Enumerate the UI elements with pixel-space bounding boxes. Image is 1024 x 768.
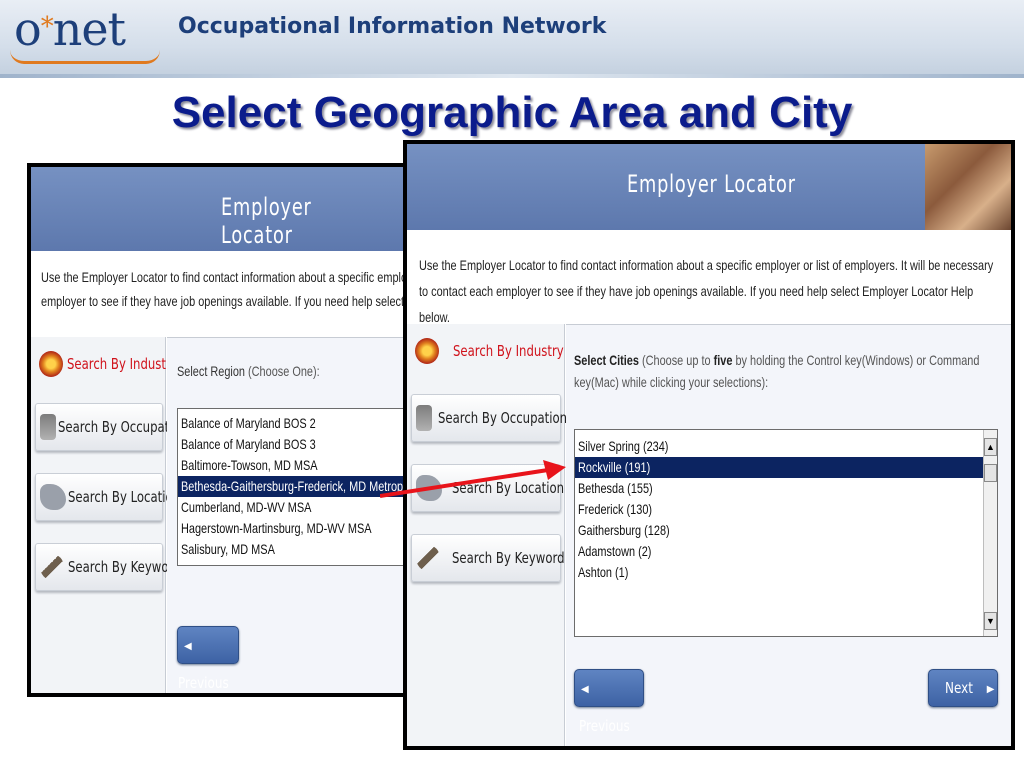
list-option[interactable]: Hagerstown-Martinsburg, MD-WV MSA: [178, 518, 407, 539]
nav-search-by-occupation[interactable]: Search By Occupation: [35, 403, 187, 451]
list-option[interactable]: Bethesda (155): [575, 478, 983, 499]
cities-listbox[interactable]: Silver Spring (234) Rockville (191) Bethes…: [574, 429, 998, 637]
list-option[interactable]: Ashton (1): [575, 562, 983, 583]
nav-search-by-industry[interactable]: Search By Industry: [35, 341, 178, 389]
nav-search-by-occupation[interactable]: Search By Occupation: [411, 394, 567, 442]
label-hint-emphasis: five: [713, 352, 733, 368]
label-hint: (Choose One):: [248, 363, 320, 379]
onet-logo: o*net: [14, 2, 126, 56]
cities-content: Select Cities (Choose up to five by hold…: [566, 324, 1011, 746]
option-label: Cumberland, MD-WV MSA: [181, 499, 312, 515]
search-nav: Search By Industry Search By Occupation …: [407, 324, 567, 746]
nav-search-by-keyword[interactable]: Search By Keyword: [35, 543, 181, 591]
people-photo: [925, 144, 1011, 230]
logo-swoosh: [10, 50, 160, 64]
option-label: Frederick (130): [578, 501, 653, 517]
list-option[interactable]: Salisbury, MD MSA: [178, 539, 407, 560]
intro-text: Use the Employer Locator to find contact…: [419, 257, 994, 325]
chevron-left-icon: ◀: [184, 641, 192, 652]
region-screenshot: Employer Locator Use the Employer Locato…: [27, 163, 411, 697]
scroll-thumb[interactable]: [984, 464, 997, 482]
option-label: Hagerstown-Martinsburg, MD-WV MSA: [181, 520, 372, 536]
button-label: Next: [945, 679, 973, 697]
next-button[interactable]: Next ▶: [928, 669, 998, 707]
option-label: Salisbury, MD MSA: [181, 541, 275, 557]
slide-title: Select Geographic Area and City: [171, 88, 853, 137]
search-nav: Search By Industry Search By Occupation …: [31, 337, 187, 693]
nav-label: Search By Occupation: [438, 409, 568, 427]
nav-label: Search By Industry: [67, 355, 178, 373]
header-title: Employer Locator: [221, 193, 312, 249]
button-label: Previous: [579, 717, 630, 735]
map-icon: [40, 484, 66, 510]
option-label: Rockville (191): [578, 459, 651, 475]
region-listbox[interactable]: Balance of Maryland BOS 2 Balance of Mary…: [177, 408, 407, 566]
chevron-right-icon: ▶: [986, 684, 995, 695]
intro-text: Use the Employer Locator to find contact…: [41, 265, 407, 313]
key-icon: [416, 545, 440, 571]
list-option[interactable]: Frederick (130): [575, 499, 983, 520]
list-option[interactable]: Silver Spring (234): [575, 436, 983, 457]
option-label: Gaithersburg (128): [578, 522, 670, 538]
option-label: Adamstown (2): [578, 543, 652, 559]
banner-title: Occupational Information Network: [178, 14, 607, 39]
nav-label: Search By Industry: [453, 342, 564, 360]
list-option[interactable]: Baltimore-Towson, MD MSA: [178, 455, 407, 476]
chevron-left-icon: ◀: [581, 684, 589, 695]
button-label: Previous: [178, 674, 229, 692]
list-option[interactable]: Cumberland, MD-WV MSA: [178, 497, 407, 518]
key-icon: [40, 554, 64, 580]
briefcase-icon: [40, 414, 56, 440]
option-label: Balance of Maryland BOS 2: [181, 415, 316, 431]
intro-line: employer to see if they have job opening…: [41, 293, 407, 309]
nav-label: Search By Location: [68, 488, 181, 506]
label-text: Select Cities: [574, 352, 639, 368]
list-option[interactable]: Balance of Maryland BOS 2: [178, 413, 407, 434]
nav-search-by-location[interactable]: Search By Location: [35, 473, 180, 521]
listbox-scrollbar[interactable]: ▲ ▼: [983, 430, 997, 636]
nav-label: Search By Keyword: [452, 549, 565, 567]
list-option[interactable]: Adamstown (2): [575, 541, 983, 562]
slide-banner: o*net Occupational Information Network: [0, 0, 1024, 78]
employer-locator-header: Employer Locator: [407, 144, 1011, 230]
briefcase-icon: [416, 405, 432, 431]
header-title: Employer Locator: [627, 170, 796, 198]
nav-label: Search By Keyword: [68, 558, 181, 576]
gear-icon: [39, 351, 63, 377]
option-label: Ashton (1): [578, 564, 629, 580]
option-label: Balance of Maryland BOS 3: [181, 436, 316, 452]
scroll-up-icon[interactable]: ▲: [984, 438, 997, 456]
previous-button[interactable]: ◀ Previous: [574, 669, 644, 735]
list-option[interactable]: Gaithersburg (128): [575, 520, 983, 541]
red-arrow-icon: [380, 460, 566, 498]
option-label: Bethesda-Gaithersburg-Frederick, MD Metr…: [181, 478, 407, 494]
previous-button[interactable]: ◀ Previous: [177, 626, 239, 692]
list-option[interactable]: Balance of Maryland BOS 3: [178, 434, 407, 455]
region-content: Select Region (Choose One): Balance of M…: [167, 337, 407, 693]
option-label: Bethesda (155): [578, 480, 653, 496]
intro-line: Use the Employer Locator to find contact…: [41, 269, 407, 285]
cities-screenshot: Employer Locator Use the Employer Locato…: [403, 140, 1015, 750]
option-label: Baltimore-Towson, MD MSA: [181, 457, 318, 473]
cities-list-rows: Silver Spring (234) Rockville (191) Bethes…: [575, 436, 983, 583]
label-hint: (Choose up to: [641, 352, 711, 368]
employer-locator-header: Employer Locator: [31, 167, 407, 251]
select-region-label: Select Region (Choose One):: [177, 360, 320, 382]
label-text: Select Region: [177, 363, 245, 379]
nav-search-by-keyword[interactable]: Search By Keyword: [411, 534, 565, 582]
option-label: Silver Spring (234): [578, 438, 669, 454]
nav-search-by-industry[interactable]: Search By Industry: [411, 328, 564, 376]
list-option[interactable]: Rockville (191): [575, 457, 983, 478]
select-cities-label: Select Cities (Choose up to five by hold…: [574, 349, 995, 393]
banner-divider: [0, 74, 1024, 78]
gear-icon: [415, 338, 439, 364]
list-option[interactable]: Bethesda-Gaithersburg-Frederick, MD Metr…: [178, 476, 407, 497]
scroll-down-icon[interactable]: ▼: [984, 612, 997, 630]
